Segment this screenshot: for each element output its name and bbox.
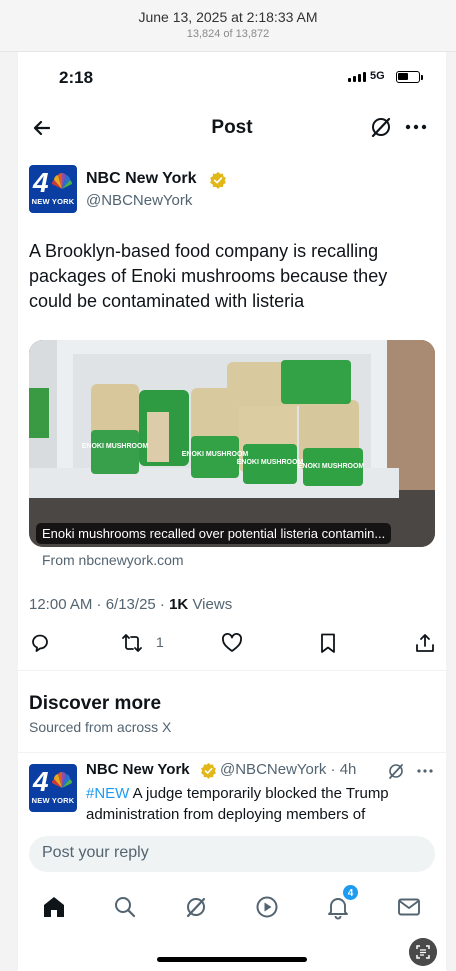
status-bar: 2:18 5G bbox=[18, 52, 446, 104]
photos-viewer-header: June 13, 2025 at 2:18:33 AM 13,824 of 13… bbox=[0, 0, 456, 52]
feed-post[interactable]: 4 NEW YORK NBC New York @NBCNewYork · 4h… bbox=[29, 759, 435, 829]
notifications-badge: 4 bbox=[342, 884, 359, 901]
author-name[interactable]: NBC New York bbox=[86, 761, 190, 778]
search-icon[interactable] bbox=[112, 894, 138, 920]
media-caption: Enoki mushrooms recalled over potential … bbox=[36, 523, 392, 544]
feed-post-text: #NEW A judge temporarily blocked the Tru… bbox=[86, 783, 431, 825]
verified-badge-icon bbox=[210, 171, 226, 189]
post-text: A Brooklyn-based food company is recalli… bbox=[29, 241, 388, 311]
author-handle[interactable]: @NBCNewYork · 4h bbox=[220, 761, 356, 778]
bookmark-icon[interactable] bbox=[317, 632, 339, 654]
divider bbox=[18, 752, 446, 753]
media-package-label: ENOKI MUSHROOM bbox=[182, 451, 249, 458]
more-icon[interactable] bbox=[402, 114, 430, 140]
views-count: 1K bbox=[169, 596, 189, 613]
avatar-subtext: NEW YORK bbox=[31, 197, 75, 206]
link-source[interactable]: From nbcnewyork.com bbox=[42, 552, 184, 568]
phone-screen: 2:18 5G Post 4 NEW YORK NBC New York @NB… bbox=[18, 52, 446, 971]
reply-bar: Post your reply bbox=[18, 826, 446, 886]
post-actions: 1 bbox=[18, 628, 446, 658]
feed-post-body: A judge temporarily blocked the Trump ad… bbox=[86, 785, 389, 823]
photo-date: June 13, 2025 at 2:18:33 AM bbox=[138, 9, 318, 25]
post-meta: 12:00 AM · 6/13/25 · 1K Views bbox=[29, 596, 232, 613]
bottom-tab-bar: 4 bbox=[18, 884, 446, 930]
nbc-peacock-icon bbox=[52, 173, 72, 189]
status-time: 2:18 bbox=[59, 68, 94, 87]
reply-input[interactable]: Post your reply bbox=[29, 836, 435, 872]
author-name[interactable]: NBC New York bbox=[86, 170, 197, 188]
media-package-label: ENOKI MUSHROOM bbox=[237, 459, 304, 466]
avatar[interactable]: 4 NEW YORK bbox=[29, 764, 77, 812]
hashtag-link[interactable]: #NEW bbox=[86, 785, 129, 802]
like-icon[interactable] bbox=[221, 632, 243, 654]
battery-icon bbox=[396, 71, 420, 83]
author-handle[interactable]: @NBCNewYork bbox=[86, 192, 192, 209]
network-label: 5G bbox=[370, 70, 385, 82]
live-text-icon[interactable] bbox=[409, 938, 437, 966]
home-indicator[interactable] bbox=[157, 957, 307, 962]
media-package-label: ENOKI MUSHROOM bbox=[82, 443, 149, 450]
top-nav-bar: Post bbox=[18, 108, 446, 152]
nbc-peacock-icon bbox=[52, 772, 72, 788]
avatar-subtext: NEW YORK bbox=[31, 796, 75, 805]
share-icon[interactable] bbox=[414, 632, 436, 654]
messages-mail-icon[interactable] bbox=[396, 894, 422, 920]
home-icon[interactable] bbox=[41, 894, 67, 920]
retweet-count: 1 bbox=[156, 634, 164, 650]
enoki-photo: ENOKI MUSHROOM ENOKI MUSHROOM ENOKI MUSH… bbox=[29, 340, 435, 547]
avatar-logo-number: 4 bbox=[33, 167, 49, 198]
discover-title: Discover more bbox=[29, 693, 162, 714]
retweet-icon[interactable] bbox=[121, 632, 143, 654]
post-author[interactable]: 4 NEW YORK NBC New York @NBCNewYork bbox=[29, 165, 429, 215]
post-media-image[interactable]: ENOKI MUSHROOM ENOKI MUSHROOM ENOKI MUSH… bbox=[29, 340, 435, 547]
battery-tip bbox=[421, 75, 423, 80]
divider bbox=[18, 670, 446, 671]
views-label: Views bbox=[188, 596, 233, 613]
avatar-logo-number: 4 bbox=[33, 766, 49, 797]
photo-count: 13,824 of 13,872 bbox=[186, 28, 270, 40]
post-timestamp: 12:00 AM · 6/13/25 · bbox=[29, 596, 170, 613]
grok-icon[interactable] bbox=[386, 761, 406, 781]
verified-badge-icon bbox=[201, 762, 216, 779]
grok-icon[interactable] bbox=[368, 114, 394, 140]
signal-icon bbox=[348, 72, 366, 82]
grok-icon[interactable] bbox=[183, 894, 209, 920]
more-icon[interactable] bbox=[415, 761, 435, 781]
video-play-icon[interactable] bbox=[254, 894, 280, 920]
discover-subtitle: Sourced from across X bbox=[29, 719, 172, 735]
media-package-label: ENOKI MUSHROOM bbox=[298, 463, 365, 470]
reply-icon[interactable] bbox=[29, 632, 51, 654]
avatar[interactable]: 4 NEW YORK bbox=[29, 165, 77, 213]
